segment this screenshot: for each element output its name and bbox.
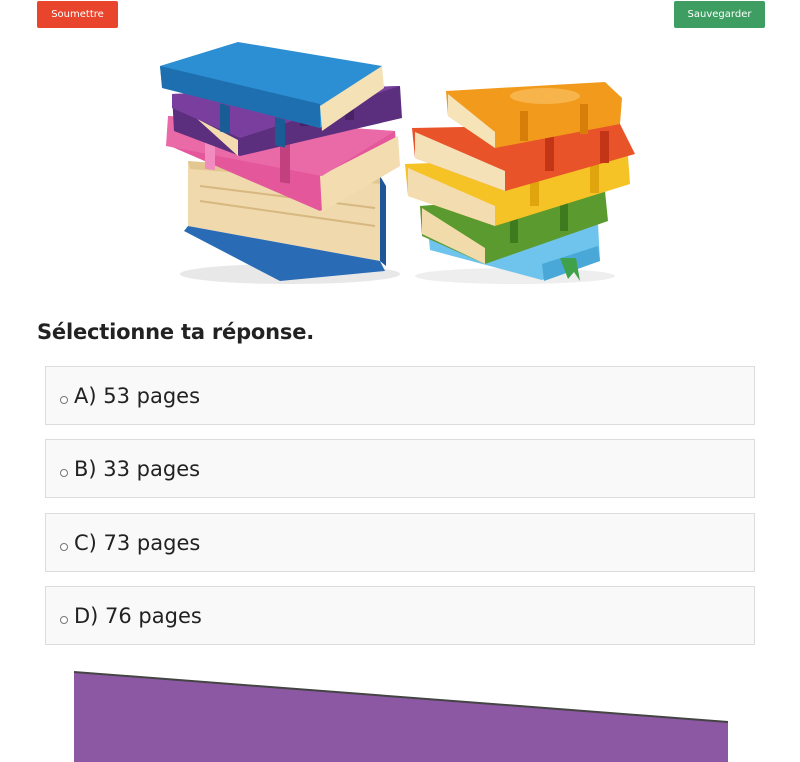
- radio-icon[interactable]: [60, 395, 68, 404]
- answer-option-c[interactable]: C) 73 pages: [45, 513, 755, 572]
- answer-option-d[interactable]: D) 76 pages: [45, 586, 755, 645]
- answer-option-label: D) 76 pages: [74, 603, 202, 628]
- save-button[interactable]: Sauvegarder: [674, 1, 765, 28]
- answer-option-label: B) 33 pages: [74, 456, 201, 481]
- decorative-panel: [73, 671, 729, 762]
- radio-icon[interactable]: [60, 542, 68, 551]
- answer-option-a[interactable]: A) 53 pages: [45, 366, 755, 425]
- answer-option-b[interactable]: B) 33 pages: [45, 439, 755, 498]
- submit-button[interactable]: Soumettre: [37, 1, 118, 28]
- answer-option-label: A) 53 pages: [74, 383, 201, 408]
- question-prompt: Sélectionne ta réponse.: [37, 320, 315, 344]
- books-illustration: [160, 42, 635, 284]
- radio-icon[interactable]: [60, 468, 68, 477]
- radio-icon[interactable]: [60, 615, 68, 624]
- answer-option-label: C) 73 pages: [74, 530, 201, 555]
